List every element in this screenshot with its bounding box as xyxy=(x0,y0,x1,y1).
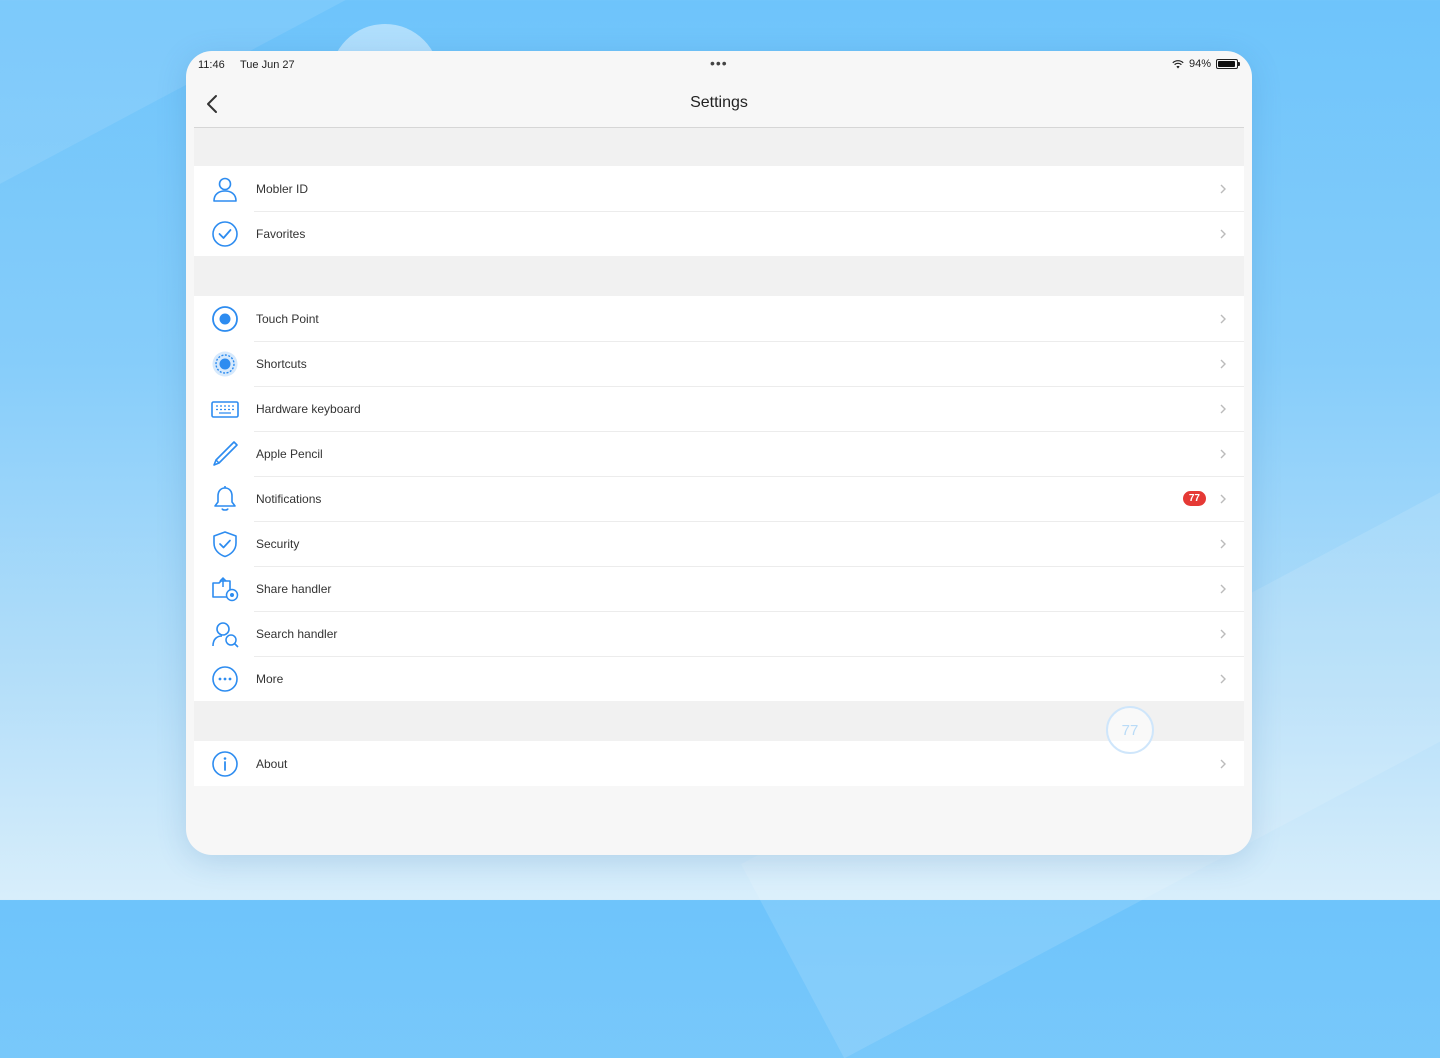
battery-icon xyxy=(1216,59,1240,69)
keyboard-icon xyxy=(209,393,241,425)
share-handler-icon xyxy=(209,573,241,605)
settings-row-share-handler[interactable]: Share handler xyxy=(194,566,1244,611)
chevron-right-icon xyxy=(1220,314,1226,323)
chevron-right-icon xyxy=(1220,404,1226,413)
touch-point-icon xyxy=(209,303,241,335)
chevron-right-icon xyxy=(1220,674,1226,683)
chevron-right-icon xyxy=(1220,759,1226,768)
ipad-screen: 11:46 Tue Jun 27 ••• 94% Settings Mobler… xyxy=(186,51,1252,855)
multitask-dots[interactable]: ••• xyxy=(710,55,728,71)
settings-row-about[interactable]: About xyxy=(194,741,1244,786)
status-right: 94% xyxy=(1172,58,1240,70)
status-date: Tue Jun 27 xyxy=(240,59,295,71)
chevron-right-icon xyxy=(1220,184,1226,193)
status-bar: 11:46 Tue Jun 27 ••• 94% xyxy=(186,51,1252,81)
floating-touch-point-button[interactable]: 77 xyxy=(1106,706,1154,754)
ellipsis-circle-icon xyxy=(209,663,241,695)
settings-row-label: Hardware keyboard xyxy=(256,401,361,416)
settings-row-label: Touch Point xyxy=(256,311,319,326)
settings-row-label: More xyxy=(256,671,284,686)
settings-row-security[interactable]: Security xyxy=(194,521,1244,566)
info-circle-icon xyxy=(209,748,241,780)
chevron-right-icon xyxy=(1220,584,1226,593)
settings-row-touch-point[interactable]: Touch Point xyxy=(194,296,1244,341)
settings-group-input: Touch Point Shortcuts Hardware keyboard xyxy=(194,296,1244,701)
section-spacer xyxy=(194,128,1244,166)
settings-row-label: Shortcuts xyxy=(256,356,307,371)
settings-row-apple-pencil[interactable]: Apple Pencil xyxy=(194,431,1244,476)
settings-row-label: Mobler ID xyxy=(256,181,309,196)
settings-row-label: Share handler xyxy=(256,581,332,596)
settings-row-label: Search handler xyxy=(256,626,338,641)
settings-row-label: Favorites xyxy=(256,226,306,241)
settings-group-about: About xyxy=(194,741,1244,786)
chevron-right-icon xyxy=(1220,494,1226,503)
settings-row-mobler-id[interactable]: Mobler ID xyxy=(194,166,1244,211)
settings-row-notifications[interactable]: Notifications 77 xyxy=(194,476,1244,521)
chevron-right-icon xyxy=(1220,359,1226,368)
settings-group-account: Mobler ID Favorites xyxy=(194,166,1244,256)
section-spacer xyxy=(194,701,1244,741)
settings-row-hardware-keyboard[interactable]: Hardware keyboard xyxy=(194,386,1244,431)
settings-row-label: About xyxy=(256,756,288,771)
settings-row-favorites[interactable]: Favorites xyxy=(194,211,1244,256)
navigation-bar: Settings xyxy=(186,81,1252,127)
settings-row-label: Notifications xyxy=(256,491,322,506)
chevron-right-icon xyxy=(1220,539,1226,548)
settings-row-label: Security xyxy=(256,536,300,551)
person-icon xyxy=(209,173,241,205)
pencil-icon xyxy=(209,438,241,470)
section-spacer xyxy=(194,256,1244,296)
battery-percent: 94% xyxy=(1188,58,1211,70)
status-time: 11:46 xyxy=(198,59,225,71)
notification-badge: 77 xyxy=(1182,491,1206,506)
chevron-right-icon xyxy=(1220,449,1226,458)
shield-check-icon xyxy=(209,528,241,560)
page-title: Settings xyxy=(690,94,748,111)
search-person-icon xyxy=(209,618,241,650)
shortcuts-icon xyxy=(209,348,241,380)
settings-row-shortcuts[interactable]: Shortcuts xyxy=(194,341,1244,386)
wifi-icon xyxy=(1172,60,1184,69)
settings-list: Mobler ID Favorites Touch Point Shortcut… xyxy=(194,128,1244,786)
settings-row-search-handler[interactable]: Search handler xyxy=(194,611,1244,656)
settings-row-label: Apple Pencil xyxy=(256,446,323,461)
settings-row-more[interactable]: More xyxy=(194,656,1244,701)
bell-icon xyxy=(209,483,241,515)
chevron-right-icon xyxy=(1220,229,1226,238)
chevron-right-icon xyxy=(1220,629,1226,638)
checkmark-circle-icon xyxy=(209,218,241,250)
